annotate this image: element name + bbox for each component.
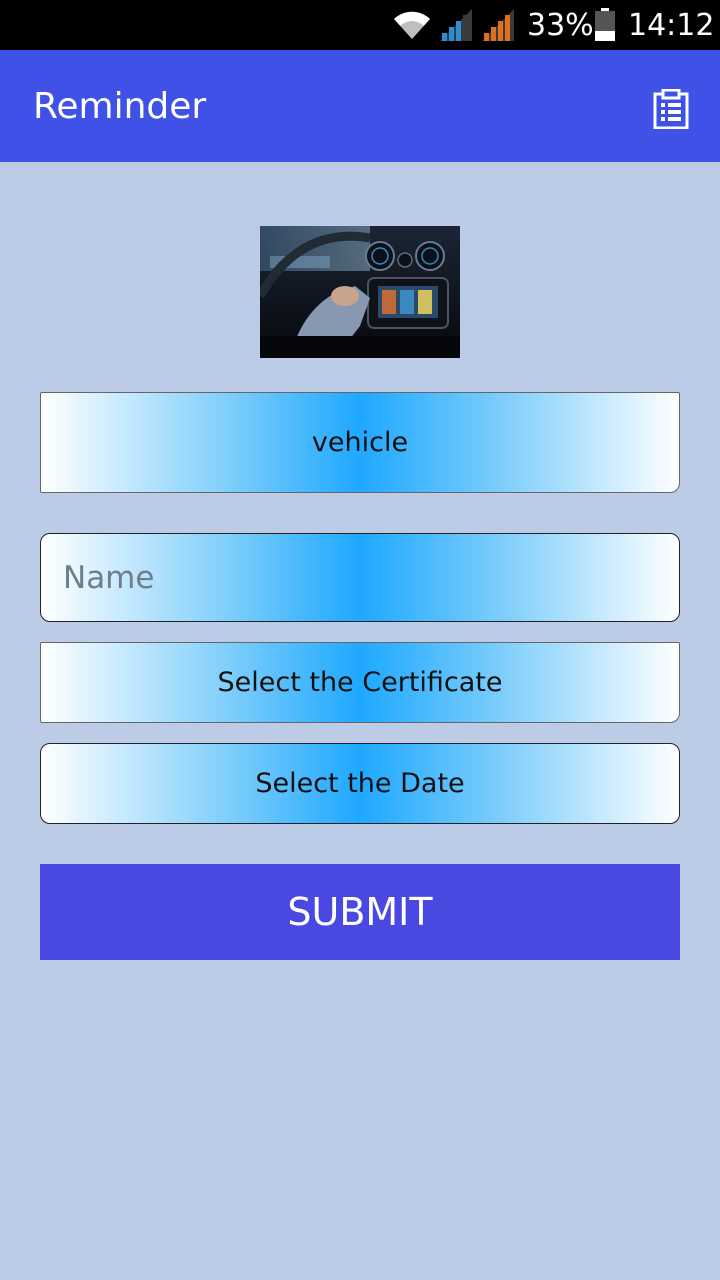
battery-percentage: 33%	[527, 7, 594, 43]
certificate-spinner[interactable]: Select the Certificate	[40, 642, 680, 723]
clipboard-list-icon	[653, 89, 689, 129]
submit-button[interactable]: SUBMIT	[40, 864, 680, 960]
name-input[interactable]	[61, 558, 679, 597]
vehicle-spinner[interactable]: vehicle	[40, 392, 680, 493]
app-bar: Reminder	[0, 50, 720, 162]
vehicle-spinner-label: vehicle	[311, 427, 409, 458]
battery-icon	[594, 0, 616, 50]
select-date-button[interactable]: Select the Date	[40, 743, 680, 824]
wifi-icon	[392, 0, 432, 50]
signal-icon	[482, 0, 516, 50]
clipboard-list-button[interactable]	[648, 86, 694, 132]
app-title: Reminder	[33, 85, 207, 127]
clock: 14:12	[628, 7, 715, 43]
car-dashboard-image	[260, 226, 460, 358]
signal-icon	[440, 0, 474, 50]
submit-label: SUBMIT	[287, 890, 433, 934]
certificate-spinner-label: Select the Certificate	[217, 667, 503, 698]
name-field[interactable]	[40, 533, 680, 622]
status-bar: 33% 14:12	[0, 0, 720, 50]
select-date-label: Select the Date	[255, 768, 465, 799]
